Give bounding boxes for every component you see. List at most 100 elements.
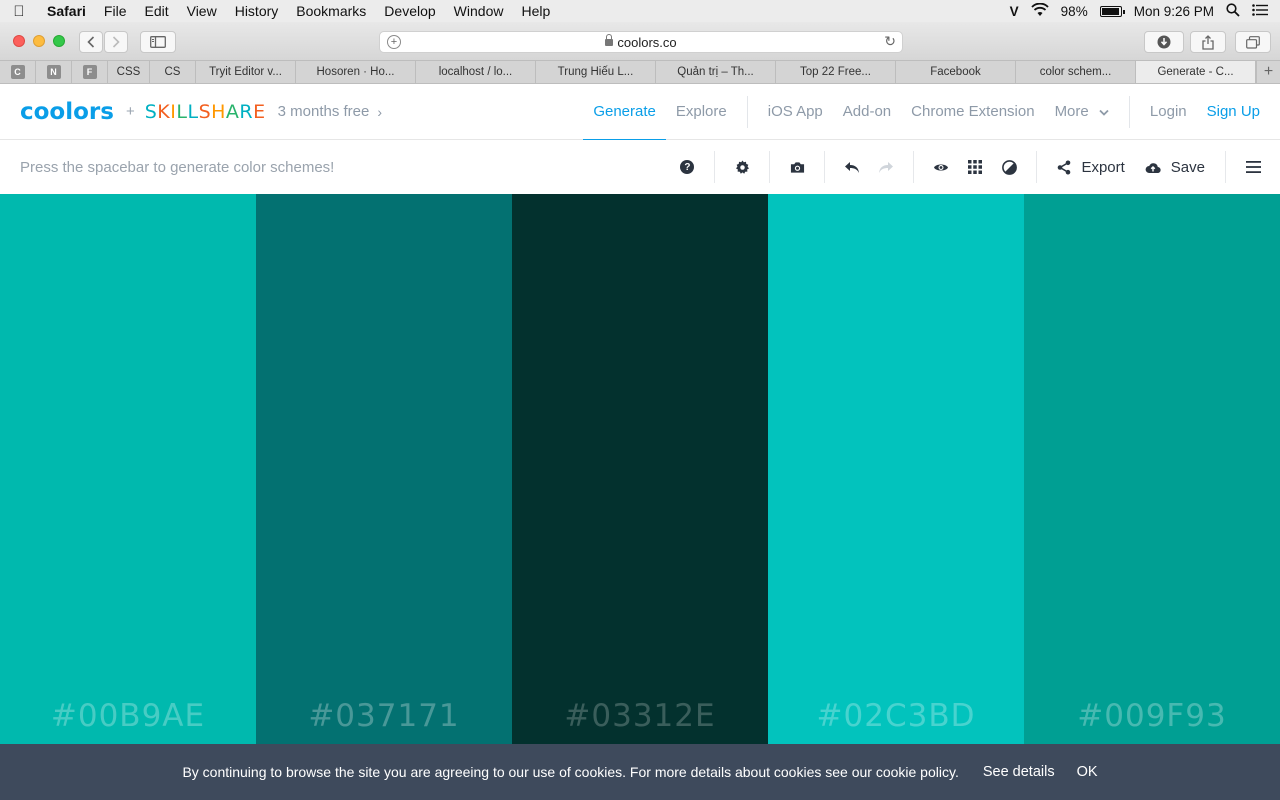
forward-button[interactable] [104, 31, 128, 53]
toolbar-divider [714, 151, 716, 183]
reader-plus-icon[interactable]: + [387, 35, 401, 49]
signup-link[interactable]: Sign Up [1197, 84, 1280, 140]
menu-history[interactable]: History [226, 0, 288, 22]
share-icon [1058, 160, 1071, 174]
tab-trung-hieu[interactable]: Trung Hiếu L... [536, 61, 656, 83]
spotlight-icon[interactable] [1226, 2, 1240, 20]
skillshare-logo[interactable]: SKILLSHARE [145, 101, 266, 123]
app-menu[interactable]: Safari [38, 0, 95, 22]
undo-button[interactable] [835, 140, 869, 194]
lock-icon [605, 33, 614, 46]
tab-color-schemes[interactable]: color schem... [1016, 61, 1136, 83]
chevron-right-icon[interactable]: › [377, 104, 382, 120]
color-swatch[interactable]: #02C3BD [768, 194, 1024, 744]
cookie-ok-button[interactable]: OK [1077, 764, 1098, 780]
nav-explore[interactable]: Explore [666, 84, 737, 140]
user-switcher[interactable]: V [1010, 4, 1019, 19]
reload-icon[interactable]: ↻ [884, 33, 896, 50]
new-tab-button[interactable]: + [1256, 61, 1280, 83]
close-window-button[interactable] [13, 35, 25, 47]
hamburger-menu-icon [1245, 161, 1261, 173]
export-button[interactable]: Export [1047, 140, 1134, 194]
export-label: Export [1081, 158, 1125, 176]
menu-help[interactable]: Help [512, 0, 559, 22]
menu-file[interactable]: File [95, 0, 136, 22]
help-button[interactable]: ? [670, 140, 704, 194]
gear-icon [735, 159, 749, 174]
help-icon: ? [680, 160, 695, 174]
hex-code[interactable]: #037171 [256, 698, 512, 734]
pinned-tab-n[interactable]: N [36, 61, 72, 83]
clock[interactable]: Mon 9:26 PM [1134, 4, 1214, 19]
camera-icon [790, 161, 804, 173]
hex-code[interactable]: #00B9AE [0, 698, 256, 734]
toolbar-divider [913, 151, 915, 183]
hex-code[interactable]: #02C3BD [768, 698, 1024, 734]
sidebar-toggle-button[interactable] [140, 31, 176, 53]
tab-css-1[interactable]: CSS [108, 61, 150, 83]
nav-generate[interactable]: Generate [583, 84, 666, 141]
save-label: Save [1170, 158, 1205, 176]
grid-view-button[interactable] [958, 140, 992, 194]
menu-bookmarks[interactable]: Bookmarks [287, 0, 375, 22]
address-bar[interactable]: + coolors.co ↻ [379, 31, 903, 53]
eye-icon [934, 164, 949, 170]
tab-quan-tri[interactable]: Quản trị – Th... [656, 61, 776, 83]
color-swatch[interactable]: #009F93 [1024, 194, 1280, 744]
menu-button[interactable] [1236, 140, 1270, 194]
notification-center-icon[interactable] [1252, 3, 1268, 19]
hex-code[interactable]: #009F93 [1024, 698, 1280, 734]
tab-generate-active[interactable]: Generate - C... [1136, 61, 1256, 83]
camera-button[interactable] [780, 140, 814, 194]
minimize-window-button[interactable] [33, 35, 45, 47]
tab-bar: C N F CSS CS Tryit Editor v... Hosoren ·… [0, 61, 1280, 84]
menu-edit[interactable]: Edit [135, 0, 177, 22]
nav-ios-app[interactable]: iOS App [758, 84, 833, 140]
promo-text[interactable]: 3 months free [278, 103, 370, 120]
tab-hosoren[interactable]: Hosoren · Ho... [296, 61, 416, 83]
pinned-tab-f[interactable]: F [72, 61, 108, 83]
nav-addon[interactable]: Add-on [833, 84, 901, 140]
redo-button[interactable] [869, 140, 903, 194]
undo-icon [845, 161, 860, 173]
site-header: coolors + SKILLSHARE 3 months free › Gen… [0, 84, 1280, 141]
downloads-button[interactable] [1144, 31, 1184, 53]
color-swatch[interactable]: #00B9AE [0, 194, 256, 744]
contrast-icon [1002, 159, 1017, 175]
toolbar-divider [769, 151, 771, 183]
back-button[interactable] [79, 31, 103, 53]
nav-chrome-extension[interactable]: Chrome Extension [901, 84, 1044, 140]
color-palette: #00B9AE #037171 #03312E #02C3BD #009F93 [0, 194, 1280, 744]
pinned-tab-c[interactable]: C [0, 61, 36, 83]
adjust-contrast-button[interactable] [992, 140, 1026, 194]
hex-code[interactable]: #03312E [512, 698, 768, 734]
chevron-left-icon [87, 36, 95, 48]
menu-window[interactable]: Window [445, 0, 513, 22]
menu-view[interactable]: View [178, 0, 226, 22]
url-text[interactable]: coolors.co [617, 35, 676, 50]
generator-toolbar: Press the spacebar to generate color sch… [0, 140, 1280, 194]
nav-more[interactable]: More [1045, 84, 1119, 140]
save-button[interactable]: Save [1135, 140, 1215, 194]
battery-icon[interactable] [1099, 5, 1125, 17]
share-button[interactable] [1190, 31, 1226, 53]
view-button[interactable] [924, 140, 958, 194]
tab-overview-button[interactable] [1235, 31, 1271, 53]
toolbar-divider [824, 151, 826, 183]
settings-button[interactable] [725, 140, 759, 194]
tab-facebook[interactable]: Facebook [896, 61, 1016, 83]
tab-tryit[interactable]: Tryit Editor v... [196, 61, 296, 83]
coolors-logo[interactable]: coolors [20, 99, 114, 125]
wifi-icon[interactable] [1031, 2, 1049, 20]
grid-icon [968, 160, 983, 174]
tab-localhost[interactable]: localhost / lo... [416, 61, 536, 83]
login-link[interactable]: Login [1140, 84, 1197, 140]
zoom-window-button[interactable] [53, 35, 65, 47]
apple-icon[interactable]:  [0, 3, 38, 20]
tab-top-22[interactable]: Top 22 Free... [776, 61, 896, 83]
tab-css-2[interactable]: CS [150, 61, 196, 83]
menu-develop[interactable]: Develop [375, 0, 444, 22]
color-swatch[interactable]: #03312E [512, 194, 768, 744]
see-details-button[interactable]: See details [983, 764, 1055, 780]
color-swatch[interactable]: #037171 [256, 194, 512, 744]
